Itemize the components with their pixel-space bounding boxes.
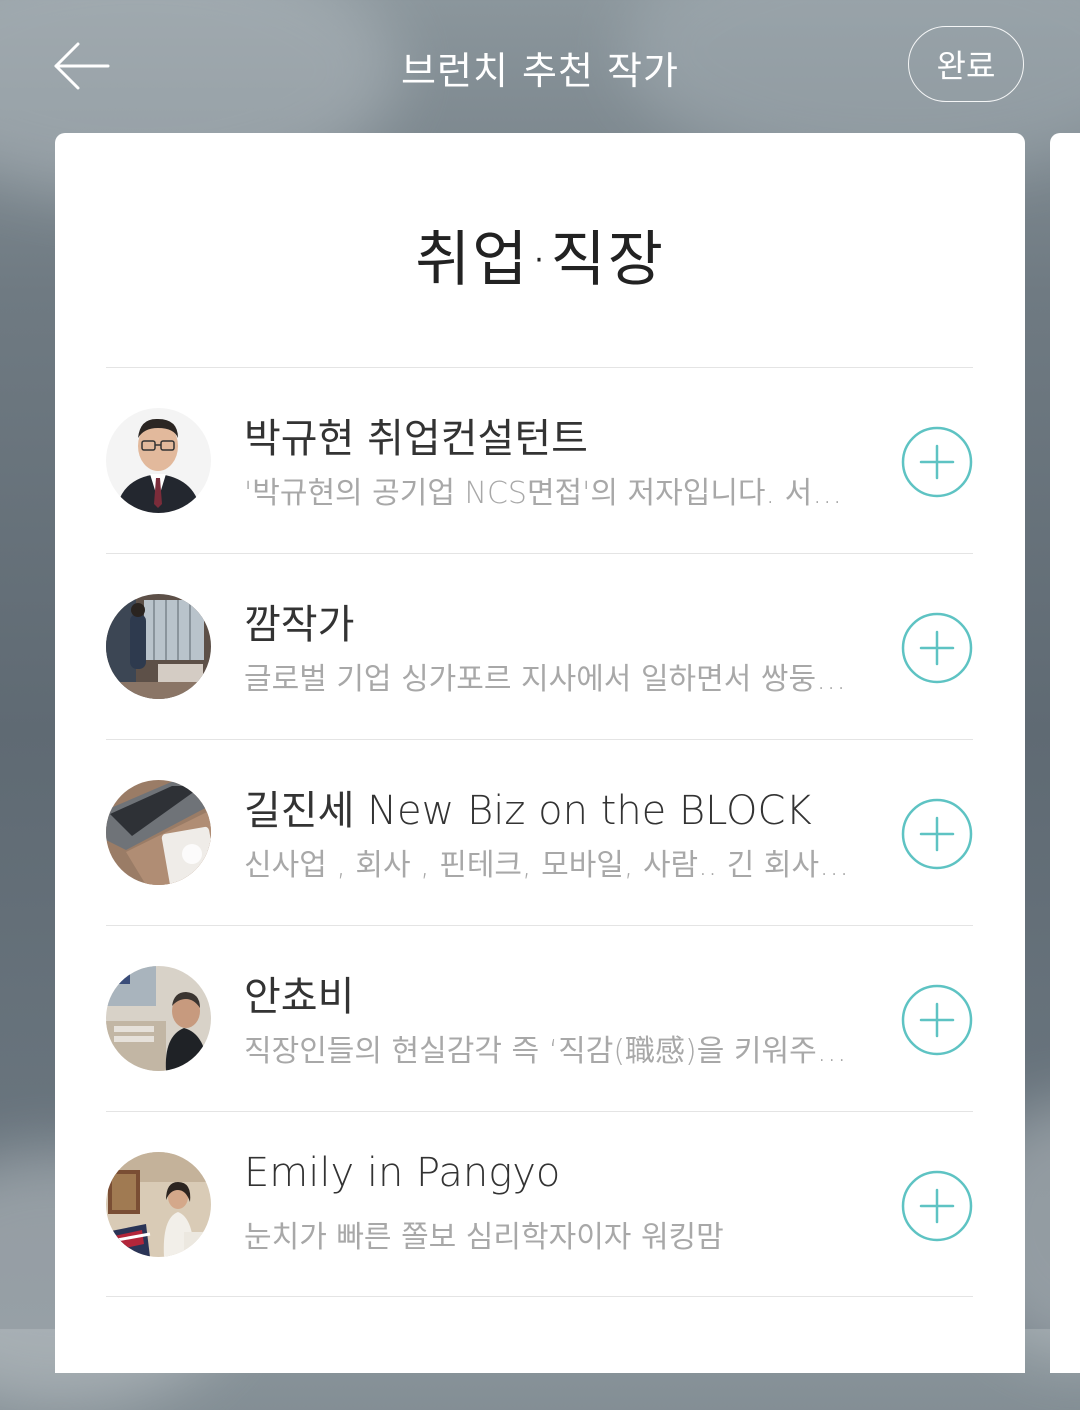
writer-name[interactable]: 길진세 New Biz on the BLOCK xyxy=(244,778,812,836)
writer-row[interactable]: Emily in Pangyo 눈치가 빠른 쫄보 심리학자이자 워킹맘 xyxy=(106,1111,973,1297)
writer-description: 눈치가 빠른 쫄보 심리학자이자 워킹맘 xyxy=(244,1220,724,1255)
follow-button[interactable] xyxy=(901,798,973,870)
done-button[interactable]: 완료 xyxy=(908,26,1024,102)
writer-description: '박규현의 공기업 NCS면접'의 저자입니다. 서… xyxy=(244,476,843,511)
writer-name[interactable]: 깜작가 xyxy=(244,592,354,650)
writer-row[interactable]: 안쵸비 직장인들의 현실감각 즉 ‘직감(職感)을 키워주… xyxy=(106,925,973,1111)
writer-name[interactable]: 안쵸비 xyxy=(244,964,354,1022)
writer-name[interactable]: 박규현 취업컨설턴트 xyxy=(244,406,588,464)
plus-circle-icon xyxy=(901,984,973,1056)
writer-avatar[interactable] xyxy=(106,966,211,1071)
writer-row[interactable]: 길진세 New Biz on the BLOCK 신사업 , 회사 , 핀테크,… xyxy=(106,739,973,925)
follow-button[interactable] xyxy=(901,612,973,684)
writer-avatar[interactable] xyxy=(106,1152,211,1257)
writer-avatar[interactable] xyxy=(106,594,211,699)
category-card: 취업·직장 박규현 취업컨설턴트 '박규현의 공기업 NCS면접'의 저자입니다… xyxy=(55,133,1025,1373)
next-card-peek[interactable] xyxy=(1050,133,1080,1373)
follow-button[interactable] xyxy=(901,984,973,1056)
category-title: 취업·직장 xyxy=(415,225,665,295)
plus-circle-icon xyxy=(901,1170,973,1242)
writer-row[interactable]: 깜작가 글로벌 기업 싱가포르 지사에서 일하면서 쌍둥… xyxy=(106,553,973,739)
follow-button[interactable] xyxy=(901,1170,973,1242)
top-bar: 브런치 추천 작가 완료 xyxy=(0,0,1080,132)
writer-row[interactable]: 박규현 취업컨설턴트 '박규현의 공기업 NCS면접'의 저자입니다. 서… xyxy=(106,367,973,553)
plus-circle-icon xyxy=(901,798,973,870)
writer-avatar[interactable] xyxy=(106,408,211,513)
writer-description: 글로벌 기업 싱가포르 지사에서 일하면서 쌍둥… xyxy=(244,662,847,697)
follow-button[interactable] xyxy=(901,426,973,498)
plus-circle-icon xyxy=(901,612,973,684)
plus-circle-icon xyxy=(901,426,973,498)
writer-name[interactable]: Emily in Pangyo xyxy=(244,1150,560,1196)
writer-avatar[interactable] xyxy=(106,780,211,885)
writer-description: 신사업 , 회사 , 핀테크, 모바일, 사람.. 긴 회사… xyxy=(244,848,850,883)
writer-description: 직장인들의 현실감각 즉 ‘직감(職感)을 키워주… xyxy=(244,1034,847,1069)
writer-list: 박규현 취업컨설턴트 '박규현의 공기업 NCS면접'의 저자입니다. 서… 깜… xyxy=(106,367,973,1297)
